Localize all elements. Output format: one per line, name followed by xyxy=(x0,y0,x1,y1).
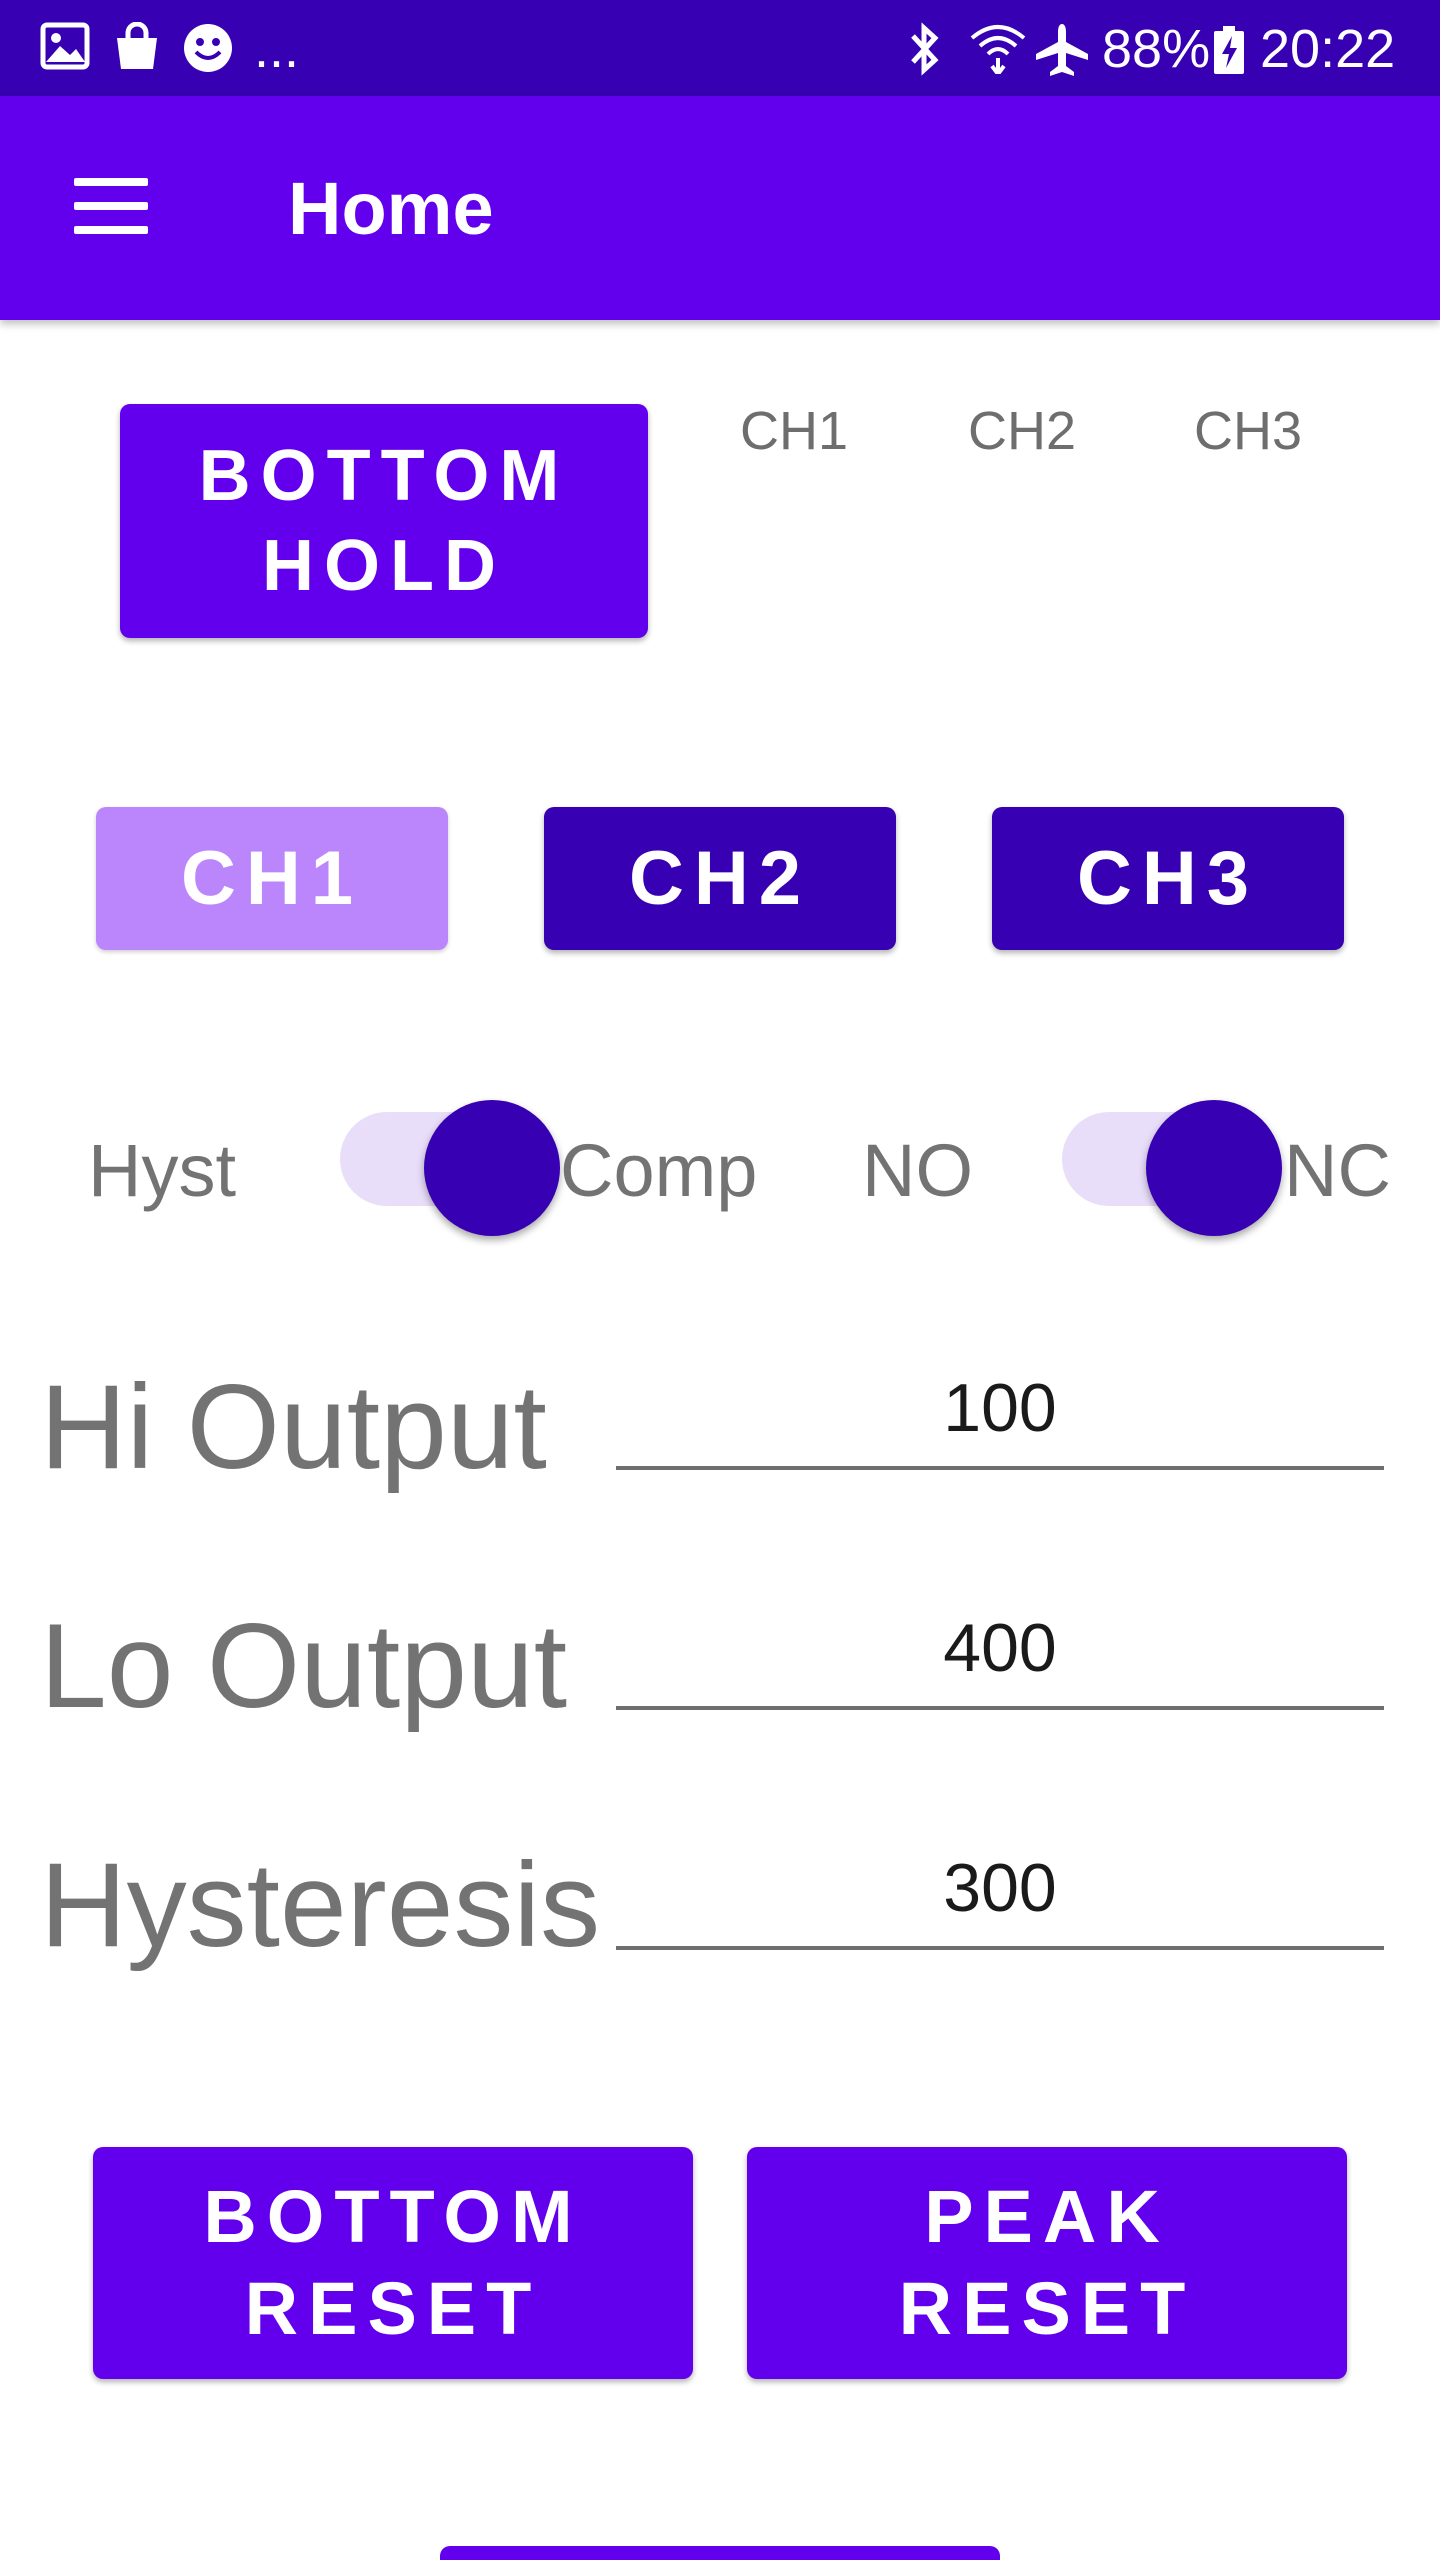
battery-charging-icon xyxy=(1214,26,1244,79)
ch3-button[interactable]: CH3 xyxy=(992,807,1344,950)
hysteresis-input[interactable] xyxy=(616,1830,1384,1950)
lo-output-label: Lo Output xyxy=(40,1599,568,1733)
nc-label: NC xyxy=(1284,1129,1391,1212)
hyst-comp-switch[interactable] xyxy=(320,1066,560,1236)
channel-label-ch1: CH1 xyxy=(740,401,849,461)
switch-thumb xyxy=(1146,1100,1282,1236)
clock: 20:22 xyxy=(1260,19,1396,79)
switch-thumb xyxy=(424,1100,560,1236)
hi-output-input[interactable] xyxy=(616,1350,1384,1470)
gallery-icon xyxy=(40,22,90,75)
channel-label-ch2: CH2 xyxy=(968,401,1077,461)
page-title: Home xyxy=(288,167,494,250)
hi-output-label: Hi Output xyxy=(40,1360,547,1494)
ch1-button[interactable]: CH1 xyxy=(96,807,448,950)
airplane-icon xyxy=(1034,22,1090,83)
lo-output-input[interactable] xyxy=(616,1590,1384,1710)
hyst-label: Hyst xyxy=(88,1129,236,1212)
battery-percent: 88% xyxy=(1102,19,1211,79)
comp-label: Comp xyxy=(560,1129,758,1212)
ch2-button[interactable]: CH2 xyxy=(544,807,896,950)
status-bar: ... 88% 20:22 xyxy=(0,0,1440,96)
no-nc-switch[interactable] xyxy=(1042,1066,1282,1236)
app-bar: Home xyxy=(0,96,1440,320)
more-notifications: ... xyxy=(254,19,300,79)
wifi-icon xyxy=(968,22,1028,79)
smiley-icon xyxy=(182,22,234,79)
bottom-hold-button[interactable]: BOTTOM HOLD xyxy=(120,404,648,638)
hysteresis-label: Hysteresis xyxy=(40,1838,601,1972)
channel-label-ch3: CH3 xyxy=(1194,401,1303,461)
bottom-reset-button[interactable]: BOTTOM RESET xyxy=(93,2147,693,2379)
hamburger-menu-icon[interactable] xyxy=(56,156,166,256)
peak-reset-button[interactable]: PEAK RESET xyxy=(747,2147,1347,2379)
no-label: NO xyxy=(862,1129,973,1212)
bottom-partial-button[interactable] xyxy=(440,2546,1000,2560)
shopping-bag-icon xyxy=(112,21,162,77)
bluetooth-icon xyxy=(905,22,945,83)
